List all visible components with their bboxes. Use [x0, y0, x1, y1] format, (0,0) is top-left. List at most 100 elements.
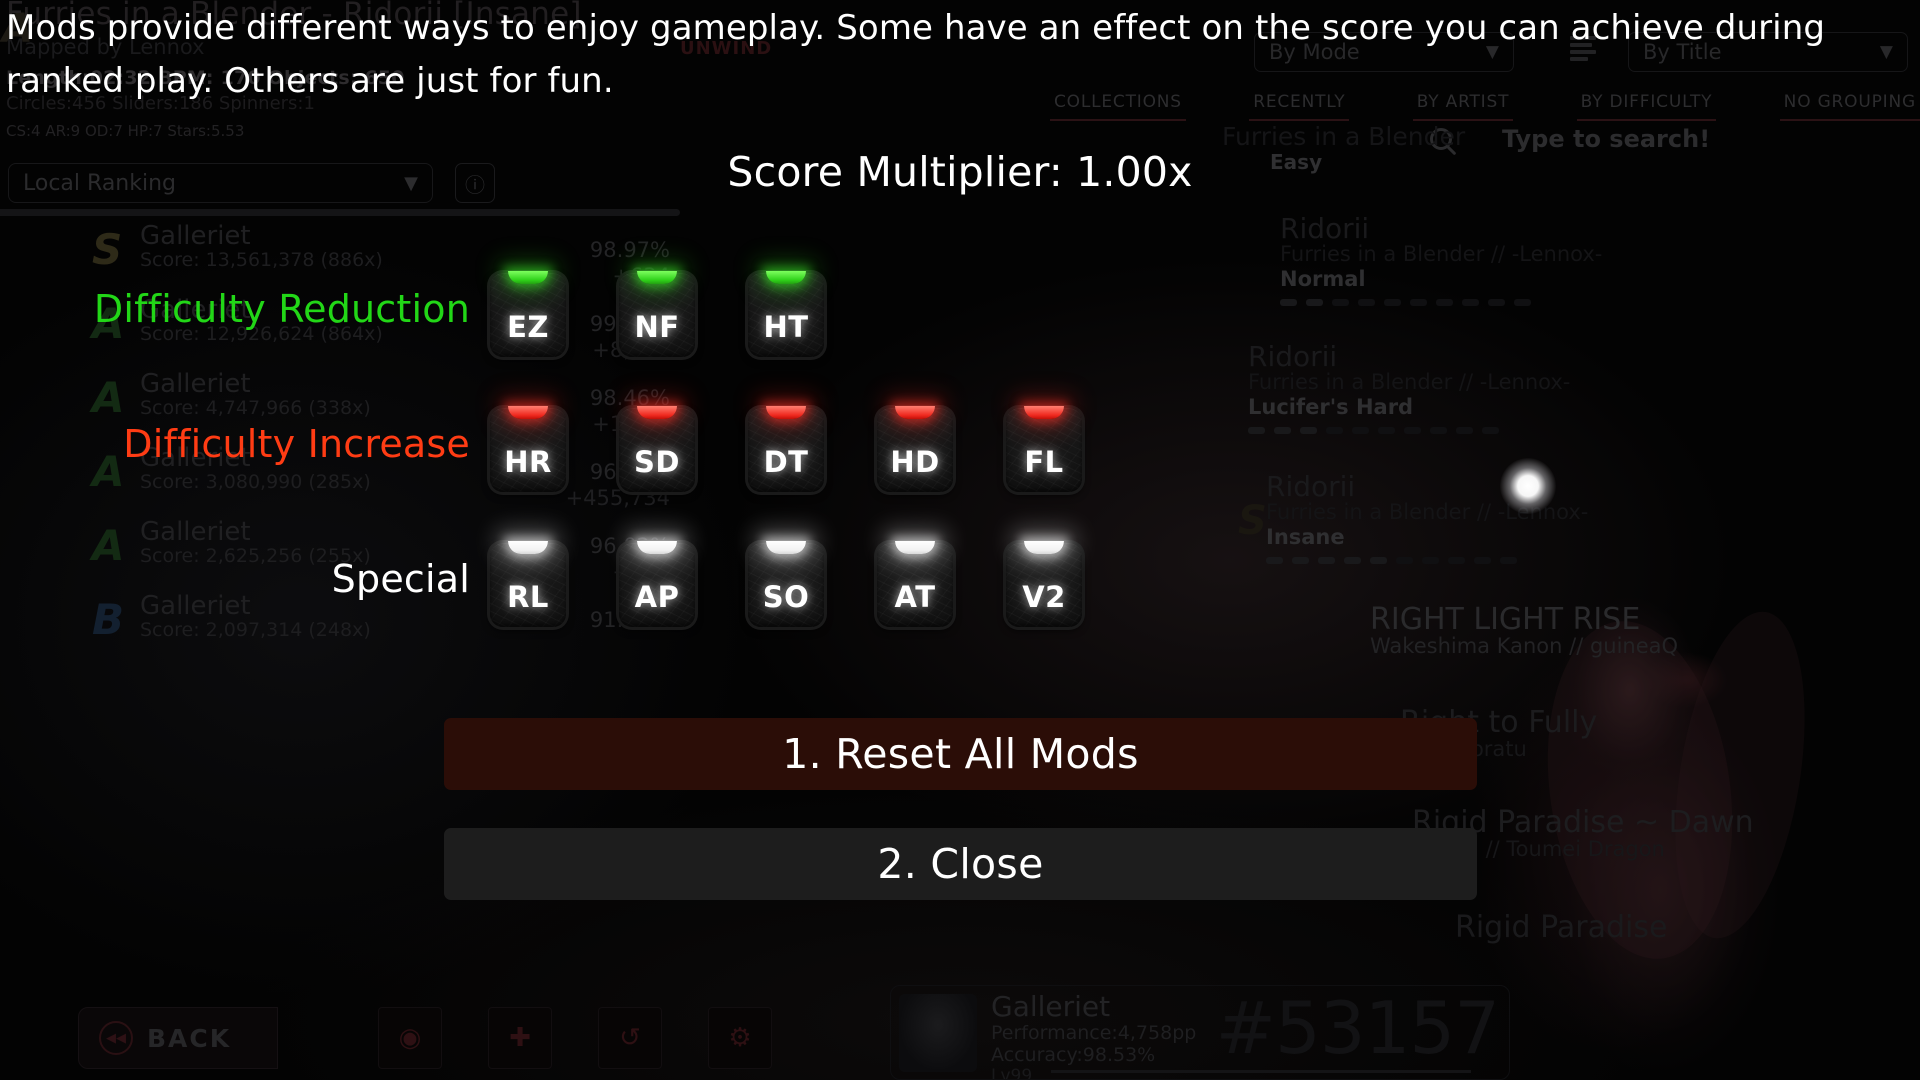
carousel-item[interactable]: Ridorii Furries in a Blender // -Lennox-…: [1248, 340, 1920, 434]
score-player-name: Galleriet: [140, 369, 251, 399]
carousel-item[interactable]: Rigid Paradise ~ Dawn Ridorii // Toumei …: [1412, 805, 1920, 861]
carousel-item-stars: [1266, 557, 1920, 564]
beatmap-stats-difficulty: CS:4 AR:9 OD:7 HP:7 Stars:5.53: [6, 122, 245, 140]
score-value: Score: 2,097,314 (248x): [140, 619, 371, 641]
mod-section-label: Special: [331, 557, 470, 601]
score-multiplier-label: Score Multiplier: 1.00x: [727, 148, 1193, 196]
mod-led-icon: [508, 406, 548, 419]
mod-button-nf[interactable]: NF: [619, 271, 695, 357]
mod-button-fl[interactable]: FL: [1006, 406, 1082, 492]
mod-acronym: DT: [763, 445, 809, 479]
mod-acronym: V2: [1022, 580, 1066, 614]
mod-row-special: RL AP SO AT V2: [490, 541, 1082, 627]
carousel-item-artist: nekomoratu: [1400, 737, 1920, 761]
mod-select-screen: A Furries in a Blender - Ridorii [Insane…: [0, 0, 1920, 1080]
carousel-item[interactable]: Right to Fully nekomoratu: [1400, 705, 1920, 761]
mod-led-icon: [637, 271, 677, 284]
score-player-name: Galleriet: [140, 517, 251, 547]
mod-led-icon: [766, 406, 806, 419]
carousel-item-difficulty: Lucifer's Hard: [1248, 395, 1414, 419]
cursor-glow: [1500, 458, 1556, 514]
score-grade: A: [92, 373, 125, 422]
mod-led-icon: [1024, 541, 1064, 554]
mod-button-ht[interactable]: HT: [748, 271, 824, 357]
carousel-item-artist: Ridorii // Toumei Dragon: [1412, 837, 1665, 861]
mod-row-difficulty-reduction: EZ NF HT: [490, 271, 824, 357]
carousel-item[interactable]: RIGHT LIGHT RISE Wakeshima Kanon // guin…: [1370, 602, 1920, 658]
reset-all-mods-button[interactable]: 1. Reset All Mods: [444, 718, 1477, 790]
carousel-item-grade: S: [1238, 498, 1267, 544]
back-button[interactable]: ◀◀ BACK: [78, 1007, 278, 1069]
score-value: Score: 4,747,966 (338x): [140, 397, 371, 419]
mod-button-rl[interactable]: RL: [490, 541, 566, 627]
rewind-icon[interactable]: ↺: [598, 1007, 662, 1069]
score-grade: S: [92, 225, 123, 274]
carousel-group-title: Furries in a Blender: [1222, 122, 1466, 151]
carousel-item-title: Right to Fully: [1400, 705, 1598, 740]
user-panel[interactable]: Galleriet Performance:4,758pp Accuracy:9…: [890, 985, 1510, 1080]
carousel-item-title: Rigid Paradise: [1455, 910, 1668, 945]
mod-acronym: SD: [634, 445, 680, 479]
random-icon[interactable]: ✚: [488, 1007, 552, 1069]
mod-led-icon: [895, 541, 935, 554]
mod-led-icon: [895, 406, 935, 419]
mod-button-ap[interactable]: AP: [619, 541, 695, 627]
user-level: Lv99: [991, 1066, 1033, 1080]
mod-button-sd[interactable]: SD: [619, 406, 695, 492]
carousel-item[interactable]: S Ridorii Furries in a Blender // -Lenno…: [1238, 470, 1920, 564]
carousel-item[interactable]: Rigid Paradise: [1455, 910, 1920, 945]
carousel-item-artist: Furries in a Blender // -Lennox-: [1280, 242, 1603, 266]
mod-acronym: FL: [1024, 445, 1064, 479]
carousel-item[interactable]: Ridorii Furries in a Blender // -Lennox-…: [1280, 212, 1920, 306]
leaderboard-row[interactable]: S Galleriet Score: 13,561,378 (886x): [78, 215, 508, 289]
mod-acronym: HD: [890, 445, 940, 479]
mod-acronym: NF: [634, 310, 680, 344]
user-rank: #53157: [1215, 986, 1500, 1070]
close-button[interactable]: 2. Close: [444, 828, 1477, 900]
carousel-item-artist: Furries in a Blender // -Lennox-: [1248, 370, 1571, 394]
avatar: [899, 994, 977, 1072]
mod-led-icon: [637, 541, 677, 554]
mod-acronym: AP: [634, 580, 680, 614]
back-button-label: BACK: [147, 1023, 232, 1053]
mod-button-ez[interactable]: EZ: [490, 271, 566, 357]
mod-button-so[interactable]: SO: [748, 541, 824, 627]
carousel-item-title: RIGHT LIGHT RISE: [1370, 602, 1641, 637]
score-player-name: Galleriet: [140, 221, 251, 251]
mod-button-hd[interactable]: HD: [877, 406, 953, 492]
score-value: Score: 13,561,378 (886x): [140, 249, 383, 271]
user-accuracy: Accuracy:98.53%: [991, 1044, 1156, 1066]
mod-section-label: Difficulty Reduction: [93, 287, 470, 331]
carousel-item-stars: [1248, 427, 1920, 434]
carousel-item-title: Ridorii: [1248, 340, 1338, 373]
mod-acronym: HT: [763, 310, 809, 344]
user-performance: Performance:4,758pp: [991, 1022, 1197, 1044]
mod-led-icon: [637, 406, 677, 419]
carousel-item-title: Ridorii: [1266, 470, 1356, 503]
mod-button-dt[interactable]: DT: [748, 406, 824, 492]
mod-led-icon: [1024, 406, 1064, 419]
mod-description-text: Mods provide different ways to enjoy gam…: [6, 8, 1826, 101]
carousel-item-title: Ridorii: [1280, 212, 1370, 245]
mod-button-hr[interactable]: HR: [490, 406, 566, 492]
mod-acronym: EZ: [507, 310, 549, 344]
user-xp-bar: [1051, 1070, 1471, 1073]
back-arrow-icon: ◀◀: [99, 1021, 133, 1055]
carousel-item-artist: Furries in a Blender // -Lennox-: [1266, 500, 1589, 524]
carousel-item-stars: [1280, 299, 1920, 306]
mod-button-v2[interactable]: V2: [1006, 541, 1082, 627]
carousel-item-difficulty: Insane: [1266, 525, 1345, 549]
carousel-item-difficulty: Normal: [1280, 267, 1366, 291]
mod-acronym: AT: [894, 580, 936, 614]
mods-icon[interactable]: ◉: [378, 1007, 442, 1069]
mod-section-label: Difficulty Increase: [123, 422, 470, 466]
mod-led-icon: [508, 271, 548, 284]
mod-button-at[interactable]: AT: [877, 541, 953, 627]
score-accuracy: 98.97%: [589, 238, 670, 262]
mod-acronym: SO: [762, 580, 810, 614]
mod-acronym: HR: [504, 445, 552, 479]
options-icon[interactable]: ⚙: [708, 1007, 772, 1069]
carousel-item-title: Rigid Paradise ~ Dawn: [1412, 805, 1754, 840]
score-value: Score: 3,080,990 (285x): [140, 471, 371, 493]
mod-row-difficulty-increase: HR SD DT HD FL: [490, 406, 1082, 492]
